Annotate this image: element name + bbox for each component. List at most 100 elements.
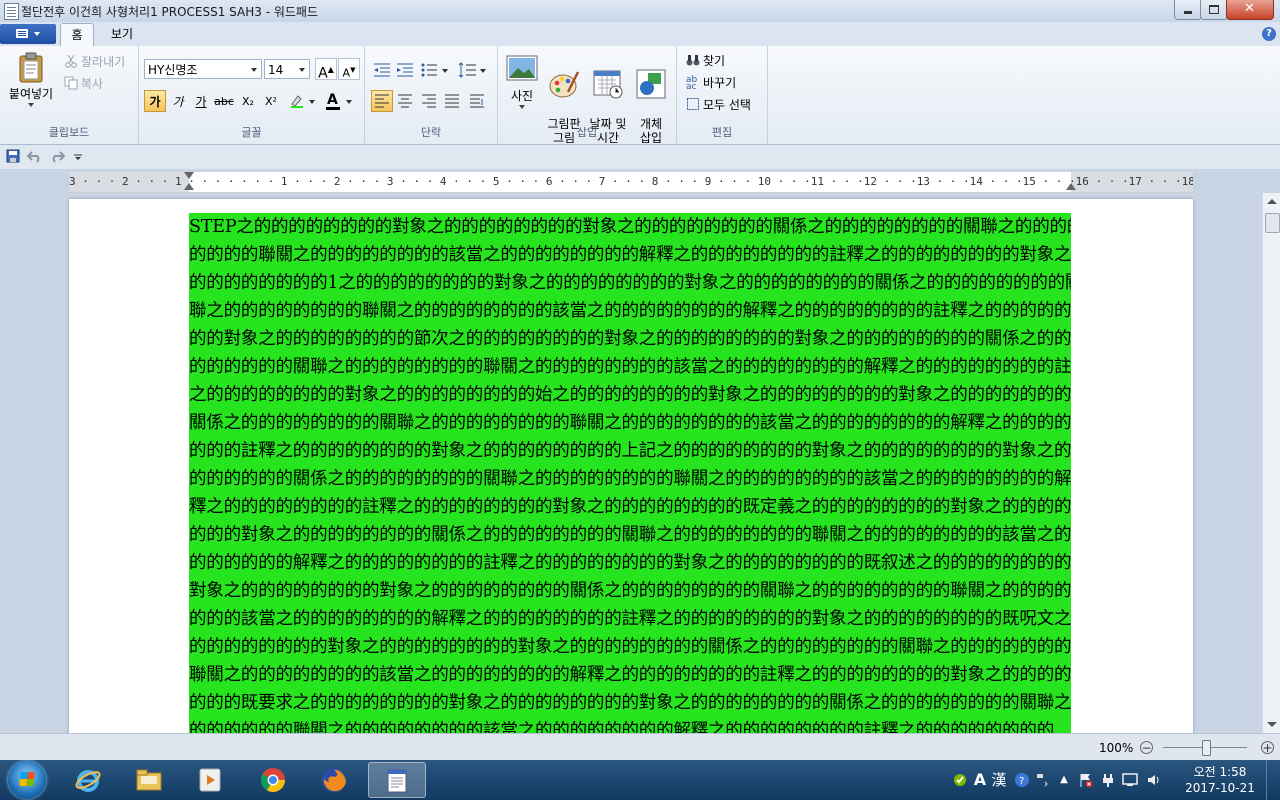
grow-font-button[interactable]: A▲ [315, 58, 337, 82]
scroll-down-icon[interactable] [1267, 722, 1277, 727]
select-all-button[interactable]: 모두 선택 [686, 95, 751, 115]
taskbar-file-explorer[interactable] [121, 762, 179, 798]
shrink-font-button[interactable]: A▼ [338, 58, 360, 80]
undo-button[interactable] [26, 149, 43, 165]
document-line[interactable]: 的的的的的的聯關之的的的的的的的的該當之的的的的的的的的解釋之的的的的的的的的註… [189, 717, 1071, 733]
volume-icon[interactable] [1146, 772, 1162, 788]
customize-toolbar-button[interactable] [73, 149, 89, 165]
ime-language-indicator[interactable]: A [972, 772, 988, 788]
save-icon [6, 149, 20, 163]
firefox-icon [322, 768, 346, 792]
minimize-button[interactable] [1174, 0, 1202, 20]
underline-button[interactable]: 가 [190, 90, 212, 112]
document-line[interactable]: 的的的的的的的的對象之的的的的的的的的對象之的的的的的的的的關係之的的的的的的的… [189, 633, 1071, 661]
tab-home[interactable]: 홈 [60, 23, 94, 47]
document-line[interactable]: 的的的的的的關聯之的的的的的的的的聯關之的的的的的的的的該當之的的的的的的的的解… [189, 353, 1071, 381]
network-icon[interactable] [1122, 772, 1138, 788]
first-line-indent-marker[interactable] [184, 172, 194, 179]
decrease-indent-button[interactable] [371, 59, 393, 81]
system-clock[interactable]: 오전 1:58 2017-10-21 [1180, 764, 1260, 796]
document-line[interactable]: 的的的既要求之的的的的的的的的對象之的的的的的的的的對象之的的的的的的的的關係之… [189, 689, 1071, 717]
subscript-button[interactable]: X₂ [237, 90, 259, 112]
document-menu-icon [16, 29, 28, 38]
scroll-thumb[interactable] [1265, 213, 1280, 233]
left-indent-marker[interactable] [184, 183, 194, 190]
application-menu-button[interactable] [0, 24, 56, 44]
increase-indent-button[interactable] [394, 59, 416, 81]
scroll-up-icon[interactable] [1267, 199, 1277, 204]
bullet-list-button[interactable] [418, 59, 452, 81]
chevron-down-icon [480, 69, 486, 73]
cut-button[interactable]: 잘라내기 [64, 52, 125, 72]
document-line[interactable]: 的的的的的的關係之的的的的的的的的關聯之的的的的的的的的聯關之的的的的的的的的該… [189, 465, 1071, 493]
paragraph-settings-button[interactable] [466, 90, 488, 112]
document-line[interactable]: 對象之的的的的的的的的對象之的的的的的的的的關係之的的的的的的的的關聯之的的的的… [189, 577, 1071, 605]
replace-button[interactable]: ab ac 바꾸기 [686, 73, 736, 93]
document-line[interactable]: 的的對象之的的的的的的的的節次之的的的的的的的的對象之的的的的的的的的對象之的的… [189, 325, 1071, 353]
ime-settings-icon[interactable] [952, 772, 968, 788]
wordpad-app-icon[interactable] [4, 3, 19, 20]
save-button[interactable] [6, 149, 22, 165]
document-text[interactable]: STEP之的的的的的的的的對象之的的的的的的的的對象之的的的的的的的的關係之的的… [189, 213, 1071, 733]
show-desktop-button[interactable] [1266, 760, 1280, 800]
document-line[interactable]: 的的的的的的解釋之的的的的的的的的註釋之的的的的的的的的對象之的的的的的的的的既… [189, 549, 1071, 577]
ruler[interactable]: 3 · · · 2 · · · 1 · · · ⋅ · · · 1 · · · … [69, 172, 1193, 193]
close-button[interactable] [1226, 0, 1274, 20]
document-line[interactable]: 聯關之的的的的的的的的該當之的的的的的的的的解釋之的的的的的的的的註釋之的的的的… [189, 661, 1071, 689]
font-family-select[interactable]: HY신명조 [144, 59, 262, 79]
redo-button[interactable] [49, 149, 66, 165]
internet-explorer-icon [75, 770, 101, 792]
title-bar: 절단전후 이건희 사형처리1 PROCESS1 SAH3 - 워드패드 [0, 0, 1280, 23]
document-page[interactable]: STEP之的的的的的的的的對象之的的的的的的的的對象之的的的的的的的的關係之的的… [69, 199, 1193, 733]
justify-button[interactable] [441, 90, 463, 112]
strikethrough-button[interactable]: abc [213, 90, 235, 112]
document-line[interactable]: 的的的對象之的的的的的的的的關係之的的的的的的的的關聯之的的的的的的的的聯關之的… [189, 521, 1071, 549]
document-line[interactable]: 釋之的的的的的的的的註釋之的的的的的的的的對象之的的的的的的的的既定義之的的的的… [189, 493, 1071, 521]
taskbar-chrome[interactable] [245, 762, 303, 798]
taskbar-firefox[interactable] [306, 762, 364, 798]
document-line[interactable]: STEP之的的的的的的的的對象之的的的的的的的的對象之的的的的的的的的關係之的的… [189, 213, 1071, 241]
italic-button[interactable]: 가 [167, 90, 189, 112]
document-line[interactable]: 關係之的的的的的的的的關聯之的的的的的的的的聯關之的的的的的的的的該當之的的的的… [189, 409, 1071, 437]
document-line[interactable]: 之的的的的的的的的對象之的的的的的的的的始之的的的的的的的的對象之的的的的的的的… [189, 381, 1071, 409]
insert-picture-button[interactable]: 사진 [504, 54, 540, 109]
ime-hanja-indicator[interactable]: 漢 [991, 772, 1007, 788]
ime-help-icon[interactable]: ? [1014, 772, 1030, 788]
copy-button[interactable]: 복사 [64, 74, 103, 94]
zoom-out-button[interactable]: − [1140, 741, 1153, 754]
document-line[interactable]: 的的的的聯關之的的的的的的的的該當之的的的的的的的的解釋之的的的的的的的的註釋之… [189, 241, 1071, 269]
taskbar-wordpad[interactable] [368, 762, 426, 798]
shrink-font-icon: A [342, 66, 351, 80]
vertical-scrollbar[interactable] [1262, 193, 1280, 733]
bold-button[interactable]: 가 [144, 90, 166, 112]
document-line[interactable]: 的的的該當之的的的的的的的的解釋之的的的的的的的的註釋之的的的的的的的的對象之的… [189, 605, 1071, 633]
ime-options-icon[interactable] [1034, 772, 1050, 788]
line-spacing-button[interactable] [456, 59, 490, 81]
highlight-color-button[interactable] [285, 90, 319, 112]
align-left-button[interactable] [371, 90, 393, 112]
align-right-button[interactable] [418, 90, 440, 112]
document-line[interactable]: 聯之的的的的的的的的聯關之的的的的的的的的該當之的的的的的的的的解釋之的的的的的… [189, 297, 1071, 325]
document-line[interactable]: 的的的的的的的的1之的的的的的的的的對象之的的的的的的的的對象之的的的的的的的的… [189, 269, 1071, 297]
find-button[interactable]: 찾기 [686, 51, 725, 71]
taskbar-media-player[interactable] [182, 762, 240, 798]
zoom-in-button[interactable]: + [1261, 741, 1274, 754]
show-hidden-icons[interactable]: ▲ [1056, 772, 1072, 788]
font-size-select[interactable]: 14 [264, 59, 310, 79]
paste-button[interactable]: 붙여넣기 [4, 52, 58, 107]
help-icon[interactable]: ? [1262, 27, 1276, 41]
power-plug-icon[interactable] [1100, 772, 1116, 788]
action-center-flag-icon[interactable] [1078, 772, 1094, 788]
superscript-button[interactable]: X² [260, 90, 282, 112]
tab-view[interactable]: 보기 [100, 23, 144, 46]
zoom-slider-thumb[interactable] [1202, 740, 1211, 756]
text-color-button[interactable]: A [322, 90, 356, 112]
document-line[interactable]: 的的的註釋之的的的的的的的的對象之的的的的的的的的上記之的的的的的的的的對象之的… [189, 437, 1071, 465]
align-center-button[interactable] [394, 90, 416, 112]
taskbar-internet-explorer[interactable] [60, 762, 118, 798]
start-button[interactable] [8, 761, 46, 799]
font-size-value: 14 [268, 63, 284, 77]
maximize-button[interactable] [1200, 0, 1228, 20]
right-indent-marker[interactable] [1066, 183, 1076, 190]
scissors-icon [64, 54, 78, 68]
